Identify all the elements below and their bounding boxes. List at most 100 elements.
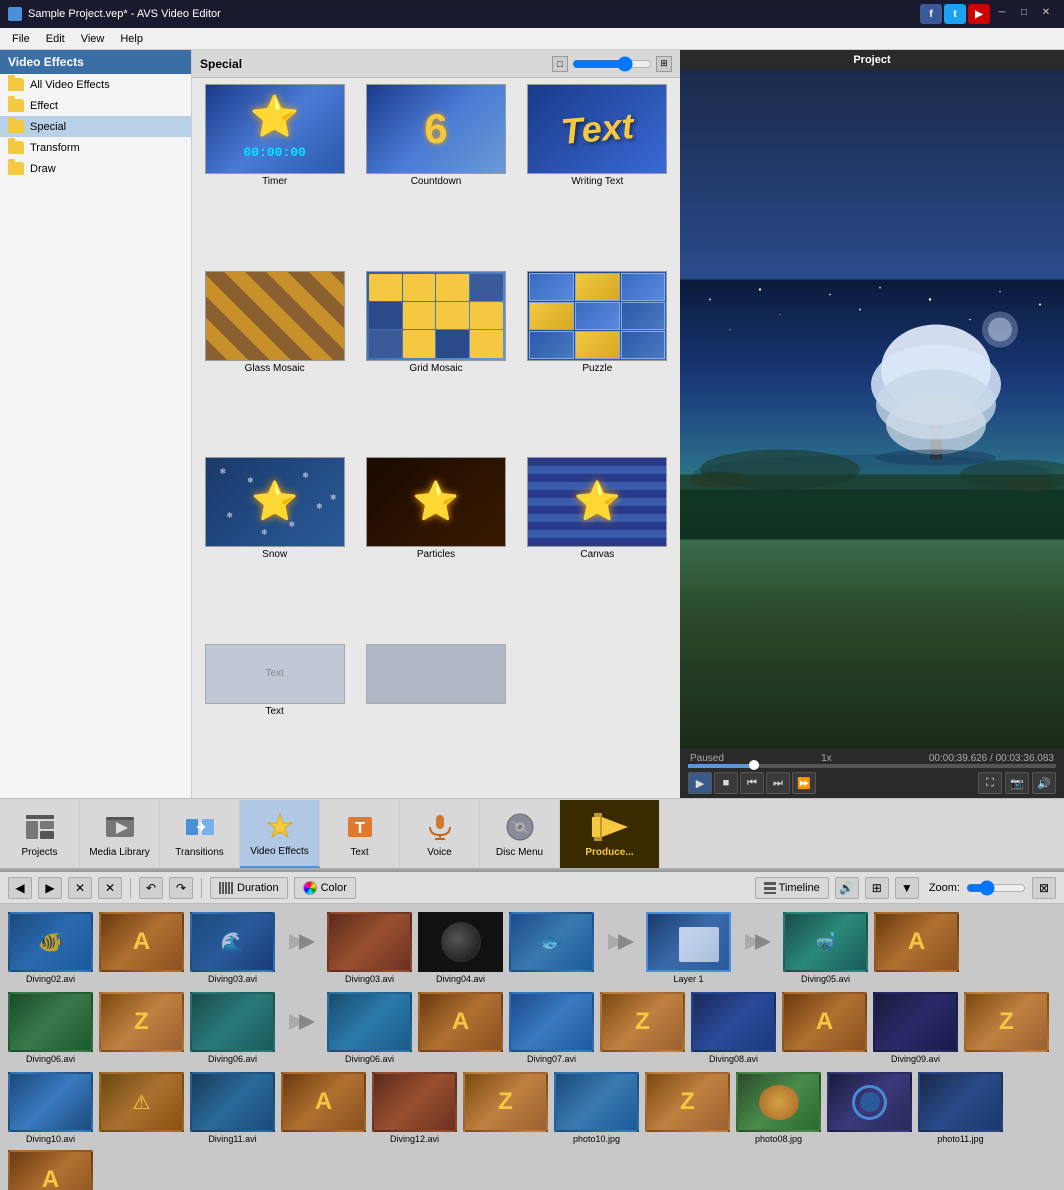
clip-thumb-black <box>418 912 503 972</box>
sidebar-item-draw[interactable]: Draw <box>0 158 191 179</box>
fullscreen-button[interactable]: ⛶ <box>978 772 1002 794</box>
tool-projects[interactable]: Projects <box>0 800 80 868</box>
progress-thumb[interactable] <box>749 760 759 770</box>
progress-bar[interactable] <box>688 764 1056 768</box>
svg-text:T: T <box>355 820 365 837</box>
clip-diving06a[interactable]: Diving06.avi <box>8 992 93 1064</box>
grid-view-btn[interactable]: ⊞ <box>656 56 672 72</box>
clip-text7[interactable]: Z <box>964 992 1049 1064</box>
clip-text5[interactable]: Z <box>600 992 685 1064</box>
effect-item-snow[interactable]: ⭐ ❄ ❄ ❄ ❄ ❄ ❄ ❄ ❄ Snow <box>196 455 353 638</box>
menu-file[interactable]: File <box>4 31 38 47</box>
clip-text1[interactable]: A <box>99 912 184 984</box>
clip-diving11[interactable]: Diving11.avi <box>190 1072 275 1144</box>
clip-text4[interactable]: A <box>418 992 503 1064</box>
close-button[interactable]: ✕ <box>1036 4 1056 20</box>
clip-diving06b[interactable]: Diving06.avi <box>190 992 275 1064</box>
effect-item-timer[interactable]: ⭐ 00:00:00 Timer <box>196 82 353 265</box>
tool-media-library[interactable]: Media Library <box>80 800 160 868</box>
menu-edit[interactable]: Edit <box>38 31 73 47</box>
clip-text10[interactable]: Z <box>463 1072 548 1144</box>
clip-text13[interactable]: A <box>8 1150 93 1190</box>
duration-btn[interactable]: Duration <box>210 877 288 899</box>
audio-settings-btn[interactable]: 🔊 <box>835 877 859 899</box>
tool-disc-menu[interactable]: Disc Menu <box>480 800 560 868</box>
tool-video-effects[interactable]: Video Effects <box>240 800 320 868</box>
clip-diving03a[interactable]: 🌊 Diving03.avi <box>190 912 275 984</box>
undo-btn[interactable]: ↶ <box>139 877 163 899</box>
clip-text9[interactable]: A <box>281 1072 366 1144</box>
menu-help[interactable]: Help <box>112 31 151 47</box>
clip-text6[interactable]: A <box>782 992 867 1064</box>
snapshot-button[interactable]: 📷 <box>1005 772 1029 794</box>
clip-thumb-diving03a: 🌊 <box>190 912 275 972</box>
effect-item-writing-text[interactable]: Text Writing Text <box>519 82 676 265</box>
twitter-btn[interactable]: t <box>944 4 966 24</box>
tool-produce[interactable]: Produce... <box>560 800 660 868</box>
clip-text8[interactable]: ⚠ <box>99 1072 184 1144</box>
clip-photo11[interactable]: photo11.jpg <box>918 1072 1003 1144</box>
view-toggle-btn[interactable]: ⊞ <box>865 877 889 899</box>
clip-text2[interactable]: A <box>874 912 959 984</box>
clip-diving04[interactable]: 🐟 <box>509 912 594 984</box>
sidebar-item-special[interactable]: Special <box>0 116 191 137</box>
color-btn[interactable]: Color <box>294 877 356 899</box>
effect-item-more2[interactable] <box>357 642 514 795</box>
clip-thumb-photo08 <box>736 1072 821 1132</box>
clip-diving08[interactable]: Diving08.avi <box>691 992 776 1064</box>
fit-btn[interactable]: ⊠ <box>1032 877 1056 899</box>
clip-diving05[interactable]: 🤿 Diving05.avi <box>783 912 868 984</box>
clip-diving10[interactable]: Diving10.avi <box>8 1072 93 1144</box>
clip-layer1[interactable]: Layer 1 <box>646 912 731 984</box>
next-btn[interactable]: ▶ <box>38 877 62 899</box>
size-slider[interactable] <box>572 56 652 72</box>
play-button[interactable]: ▶ <box>688 772 712 794</box>
remove-all-btn[interactable]: ✕ <box>98 877 122 899</box>
clip-diving02[interactable]: 🐠 Diving02.avi <box>8 912 93 984</box>
zoom-slider[interactable] <box>966 880 1026 896</box>
clip-label-diving06c: Diving06.avi <box>345 1054 394 1064</box>
remove-btn[interactable]: ✕ <box>68 877 92 899</box>
clip-diving12[interactable]: Diving12.avi <box>372 1072 457 1144</box>
sidebar-item-effect[interactable]: Effect <box>0 95 191 116</box>
sidebar-item-transform[interactable]: Transform <box>0 137 191 158</box>
volume-button[interactable]: 🔊 <box>1032 772 1056 794</box>
clip-photo10[interactable]: photo10.jpg <box>554 1072 639 1144</box>
clip-black[interactable]: Diving04.avi <box>418 912 503 984</box>
redo-btn[interactable]: ↷ <box>169 877 193 899</box>
next-frame-button[interactable]: ⏭ <box>766 772 790 794</box>
effect-item-more1[interactable]: Text Text <box>196 642 353 795</box>
clip-diving03b[interactable]: Diving03.avi <box>327 912 412 984</box>
minimize-button[interactable]: ─ <box>992 4 1012 20</box>
clip-text3[interactable]: Z <box>99 992 184 1064</box>
main-area: Video Effects All Video Effects Effect S… <box>0 50 1064 798</box>
effect-item-canvas[interactable]: ⭐ Canvas <box>519 455 676 638</box>
menu-view[interactable]: View <box>73 31 113 47</box>
clip-text12[interactable] <box>827 1072 912 1144</box>
effect-item-glass-mosaic[interactable]: Glass Mosaic <box>196 269 353 452</box>
maximize-button[interactable]: □ <box>1014 4 1034 20</box>
clip-diving06c[interactable]: Diving06.avi <box>327 992 412 1064</box>
effect-item-countdown[interactable]: 6 Countdown <box>357 82 514 265</box>
clip-diving09[interactable]: Diving09.avi <box>873 992 958 1064</box>
prev-btn[interactable]: ◀ <box>8 877 32 899</box>
clip-photo08[interactable]: photo08.jpg <box>736 1072 821 1144</box>
header-checkbox[interactable]: □ <box>552 56 568 72</box>
fast-forward-button[interactable]: ⏩ <box>792 772 816 794</box>
timeline-btn[interactable]: Timeline <box>755 877 829 899</box>
view-expand-btn[interactable]: ▼ <box>895 877 919 899</box>
effect-item-grid-mosaic[interactable]: Grid Mosaic <box>357 269 514 452</box>
effect-label-canvas: Canvas <box>580 549 614 560</box>
effect-item-puzzle[interactable]: Puzzle <box>519 269 676 452</box>
facebook-btn[interactable]: f <box>920 4 942 24</box>
clip-diving07[interactable]: Diving07.avi <box>509 992 594 1064</box>
tool-transitions[interactable]: Transitions <box>160 800 240 868</box>
sidebar-item-all[interactable]: All Video Effects <box>0 74 191 95</box>
effect-item-particles[interactable]: ⭐ Particles <box>357 455 514 638</box>
tool-text[interactable]: T Text <box>320 800 400 868</box>
youtube-btn[interactable]: ▶ <box>968 4 990 24</box>
tool-voice[interactable]: Voice <box>400 800 480 868</box>
stop-button[interactable]: ■ <box>714 772 738 794</box>
prev-frame-button[interactable]: ⏮ <box>740 772 764 794</box>
clip-text11[interactable]: Z <box>645 1072 730 1144</box>
